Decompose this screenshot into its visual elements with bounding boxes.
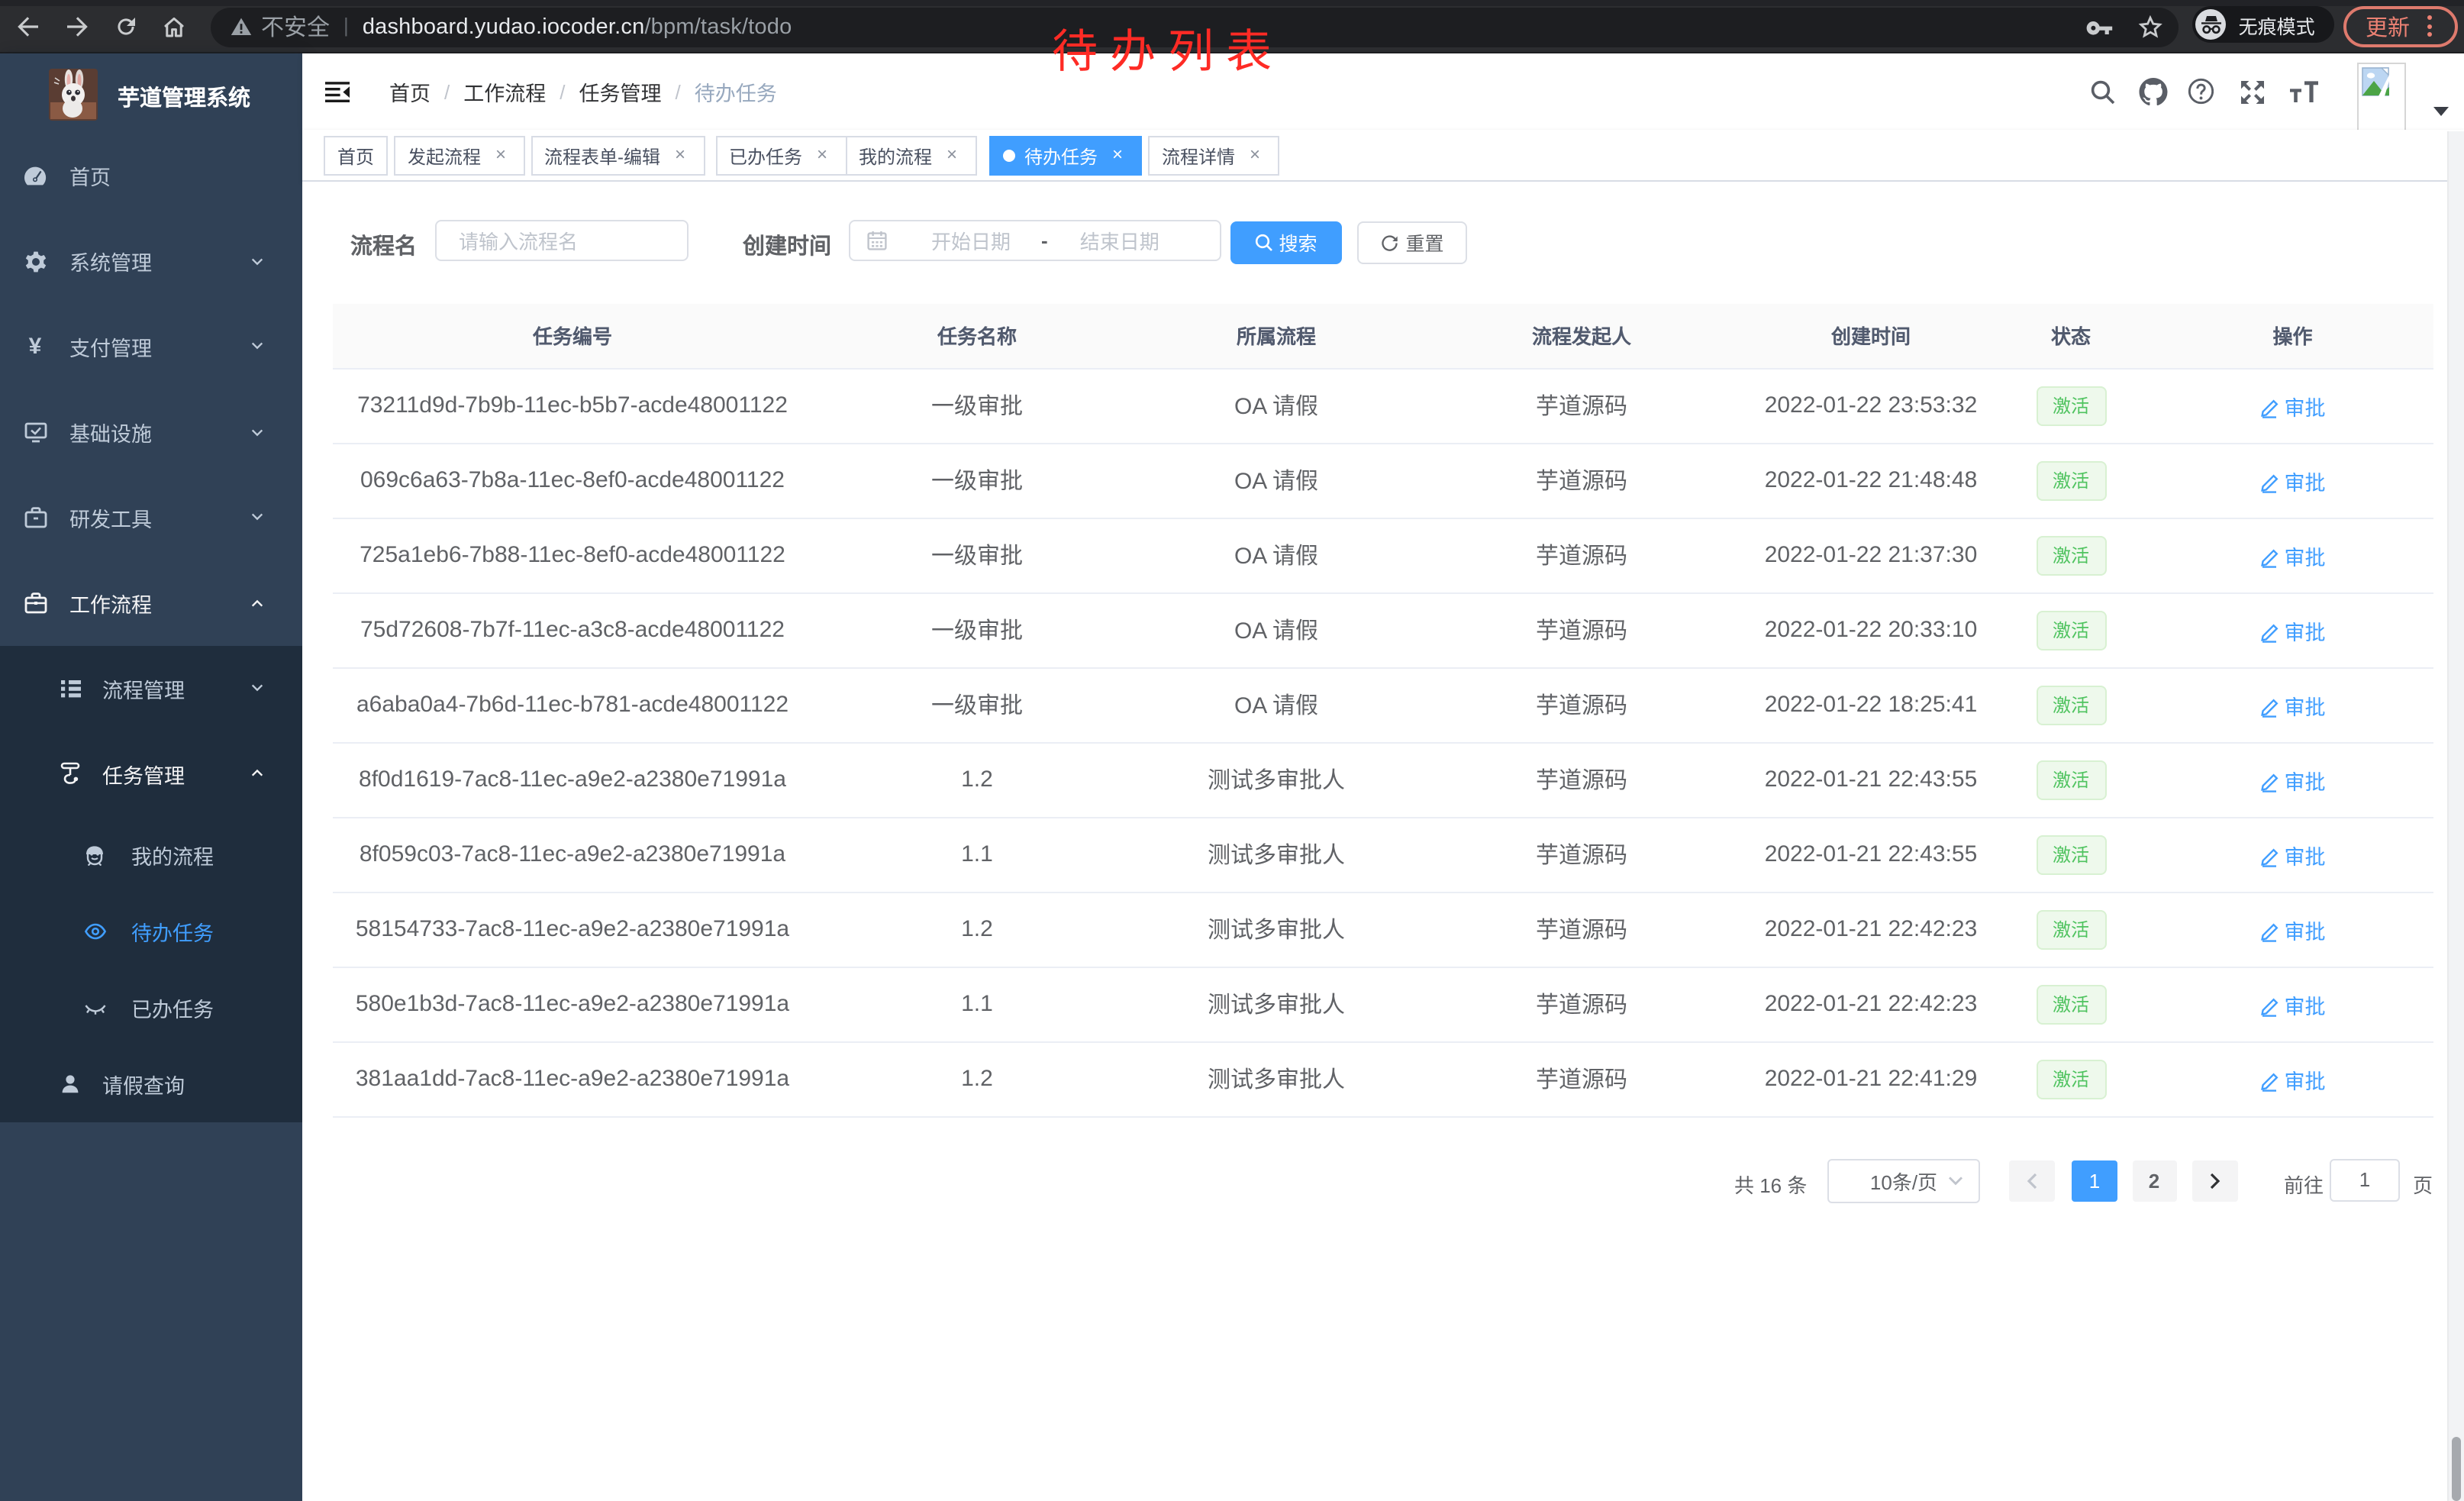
svg-text:¥: ¥ bbox=[28, 334, 41, 357]
